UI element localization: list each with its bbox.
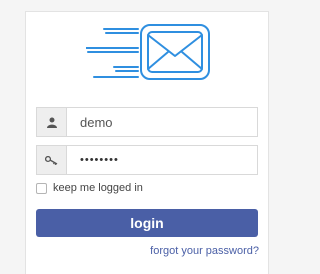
username-addon xyxy=(37,108,67,136)
forgot-password-link[interactable]: forgot your password? xyxy=(150,245,259,257)
remember-me[interactable]: keep me logged in xyxy=(36,182,143,194)
password-addon xyxy=(37,146,67,174)
key-icon xyxy=(45,155,58,165)
remember-me-label: keep me logged in xyxy=(53,182,143,194)
password-field: •••••••• xyxy=(36,145,258,175)
envelope-speed-icon xyxy=(86,24,210,80)
login-button[interactable]: login xyxy=(36,209,258,237)
username-field xyxy=(36,107,258,137)
username-input[interactable] xyxy=(67,108,257,136)
user-icon xyxy=(46,117,57,128)
password-input[interactable]: •••••••• xyxy=(67,146,257,174)
remember-me-checkbox[interactable] xyxy=(36,182,47,194)
